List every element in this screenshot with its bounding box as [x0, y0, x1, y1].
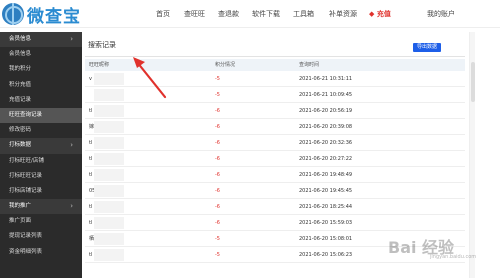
watermark-subtext: jingyan.baidu.com [430, 254, 477, 260]
